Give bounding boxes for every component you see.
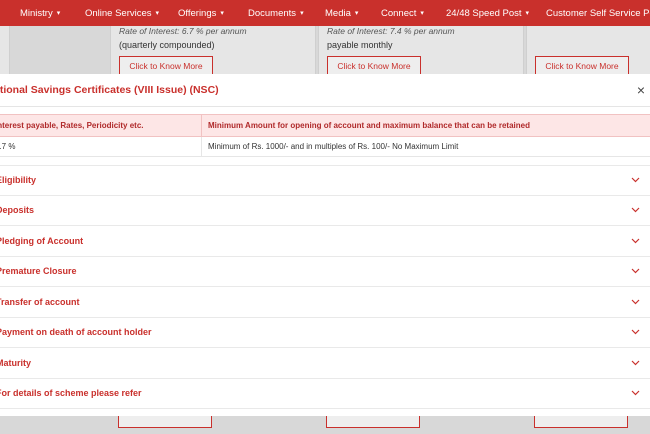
chevron-down-icon: ▾ [155, 10, 160, 17]
accordion-label: Transfer of account [0, 296, 80, 307]
chevron-down-icon: ▾ [220, 10, 224, 17]
chevron-down-icon: ▾ [56, 10, 61, 17]
chevron-down-icon [630, 175, 640, 185]
know-more-button[interactable]: Click to Know More [327, 56, 421, 76]
nav-label: Documents [248, 7, 297, 19]
nav-speed-post[interactable]: 24/48 Speed Post ▾ [446, 0, 529, 26]
table-row: 7.7 % Minimum of Rs. 1000/- and in multi… [0, 137, 650, 157]
chevron-down-icon [630, 297, 640, 307]
scheme-table: Interest payable, Rates, Periodicity etc… [0, 114, 650, 157]
scheme-modal: ational Savings Certificates (VIII Issue… [0, 74, 650, 416]
chevron-down-icon [630, 388, 640, 398]
accordion-item-scheme-details[interactable]: For details of scheme please refer [0, 378, 650, 409]
nav-online-services[interactable]: Online Services ▾ [85, 0, 159, 26]
nav-label: Online Services [85, 7, 152, 19]
nav-offerings[interactable]: Offerings ▾ [178, 0, 224, 26]
accordion-item-payment-on-death[interactable]: Payment on death of account holder [0, 317, 650, 348]
nav-connect[interactable]: Connect ▾ [381, 0, 424, 26]
nav-label: Connect [381, 7, 417, 19]
accordion-label: Premature Closure [0, 266, 77, 277]
close-button[interactable]: × [634, 82, 648, 98]
nav-label: Ministry [20, 7, 53, 19]
accordion-label: Maturity [0, 357, 32, 368]
compounding-text: (quarterly compounded) [119, 40, 215, 50]
interest-rate-text: Rate of Interest: 7.4 % per annum [327, 26, 455, 36]
modal-header: ational Savings Certificates (VIII Issue… [0, 74, 650, 107]
compounding-text: payable monthly [327, 40, 393, 50]
chevron-down-icon [630, 205, 640, 215]
know-more-button[interactable]: Click to Know More [535, 56, 629, 76]
top-navigation: Ministry ▾ Online Services ▾ Offerings ▾ Do… [0, 0, 650, 26]
accordion-label: Pledging of Account [0, 235, 84, 246]
accordion-item-deposits[interactable]: Deposits [0, 195, 650, 226]
nav-label: Offerings [178, 7, 217, 19]
nav-label: 24/48 Speed Post [446, 7, 522, 19]
accordion-item-maturity[interactable]: Maturity [0, 348, 650, 379]
chevron-down-icon: ▾ [300, 10, 304, 17]
accordion-item-pledging[interactable]: Pledging of Account [0, 226, 650, 257]
accordion: Eligibility Deposits Pledging of Account… [0, 165, 650, 409]
accordion-label: For details of scheme please refer [0, 388, 142, 399]
nav-ministry[interactable]: Ministry ▾ [20, 0, 60, 26]
nav-media[interactable]: Media ▾ [325, 0, 358, 26]
chevron-down-icon [630, 266, 640, 276]
accordion-label: Eligibility [0, 175, 37, 186]
chevron-down-icon [630, 236, 640, 246]
nav-documents[interactable]: Documents ▾ [248, 0, 304, 26]
cell-interest: 7.7 % [0, 137, 202, 156]
nav-customer-self-service[interactable]: Customer Self Service Por [546, 0, 650, 26]
nav-label: Media [325, 7, 351, 19]
nav-label: Customer Self Service Por [546, 7, 650, 19]
accordion-item-eligibility[interactable]: Eligibility [0, 165, 650, 196]
column-header-minimum-amount: Minimum Amount for opening of account an… [208, 121, 530, 130]
table-header: Interest payable, Rates, Periodicity etc… [0, 114, 650, 137]
know-more-button[interactable] [326, 416, 420, 428]
chevron-down-icon: ▾ [420, 10, 424, 17]
accordion-item-transfer[interactable]: Transfer of account [0, 287, 650, 318]
chevron-down-icon [630, 327, 640, 337]
column-header-interest: Interest payable, Rates, Periodicity etc… [0, 115, 202, 136]
close-icon: × [636, 82, 646, 98]
chevron-down-icon [630, 358, 640, 368]
accordion-label: Deposits [0, 205, 35, 216]
chevron-down-icon: ▾ [525, 10, 530, 17]
know-more-button[interactable] [534, 416, 628, 428]
cell-minimum-amount: Minimum of Rs. 1000/- and in multiples o… [208, 142, 459, 151]
chevron-down-icon: ▾ [354, 10, 359, 17]
accordion-item-premature-closure[interactable]: Premature Closure [0, 256, 650, 287]
know-more-button[interactable] [118, 416, 212, 428]
know-more-button[interactable]: Click to Know More [119, 56, 213, 76]
modal-title: ational Savings Certificates (VIII Issue… [0, 84, 219, 96]
interest-rate-text: Rate of Interest: 6.7 % per annum [119, 26, 247, 36]
accordion-label: Payment on death of account holder [0, 327, 152, 338]
